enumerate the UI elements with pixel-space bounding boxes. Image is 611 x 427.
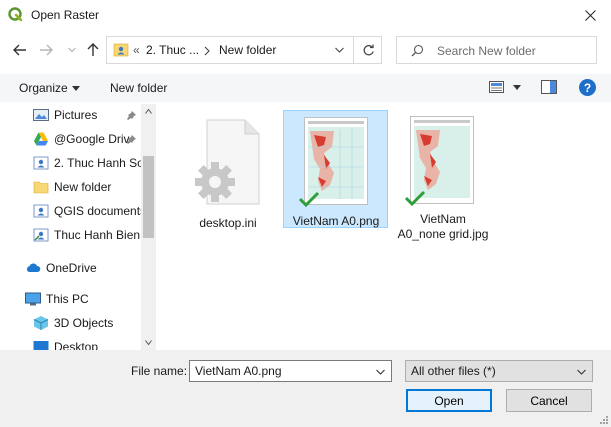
sidebar-item-thuc-hanh-so[interactable]: 2. Thuc Hanh So [33, 152, 144, 174]
search-icon [411, 44, 424, 57]
file-name-input[interactable]: VietNam A0.png [189, 360, 392, 382]
file-name: VietNam A0.png [292, 214, 380, 228]
file-name-line-2: A0_none grid.jpg [397, 227, 489, 241]
breadcrumb-overflow[interactable]: « [133, 43, 140, 57]
scroll-up-icon[interactable] [145, 109, 152, 114]
help-icon: ? [583, 80, 592, 95]
view-icon [489, 81, 504, 93]
sidebar-item-qgis-documents[interactable]: QGIS documents [33, 200, 146, 222]
pin-icon [127, 135, 136, 144]
sidebar-item-this-pc[interactable]: This PC [25, 288, 89, 310]
resize-grip-icon[interactable] [598, 414, 609, 425]
3d-objects-icon [33, 316, 49, 330]
open-button[interactable]: Open [406, 389, 492, 412]
file-name-value: VietNam A0.png [195, 364, 282, 378]
command-bar: Organize New folder ? [0, 74, 611, 102]
sidebar-scrollbar[interactable] [141, 104, 156, 350]
sidebar-item-desktop[interactable]: Desktop [33, 336, 98, 350]
google-drive-icon [34, 132, 48, 146]
scrollbar-thumb[interactable] [143, 156, 154, 238]
preview-pane-icon [541, 80, 557, 94]
forward-button[interactable] [36, 40, 56, 60]
back-button[interactable] [10, 40, 30, 60]
chevron-down-icon[interactable] [376, 369, 385, 375]
sidebar-item-pictures[interactable]: Pictures [33, 104, 97, 126]
window-title: Open Raster [31, 8, 100, 22]
navigation-pane: Pictures @Google Driv 2. Thuc Hanh So Ne… [0, 104, 156, 350]
qgis-icon [8, 7, 23, 22]
onedrive-icon [26, 263, 41, 272]
address-bar[interactable]: « 2. Thuc ... New folder [106, 36, 382, 64]
help-button[interactable]: ? [579, 79, 596, 96]
sync-check-icon [298, 191, 320, 207]
sidebar-item-google-drive[interactable]: @Google Driv [33, 128, 130, 150]
chevron-down-icon [68, 47, 76, 53]
up-button[interactable] [83, 40, 103, 60]
folder-icon [33, 181, 49, 194]
sidebar-item-thuc-hanh-bien[interactable]: Thuc Hanh Bien [33, 224, 140, 246]
recent-locations-button[interactable] [62, 40, 82, 60]
folder-user-icon [113, 43, 129, 57]
arrow-left-icon [13, 44, 26, 56]
arrow-right-icon [40, 44, 53, 56]
file-name: desktop.ini [199, 216, 257, 230]
close-button[interactable] [569, 0, 611, 30]
folder-user-icon [33, 156, 49, 170]
preview-pane-button[interactable] [541, 80, 559, 96]
chevron-down-icon [513, 85, 521, 90]
sidebar-item-new-folder[interactable]: New folder [33, 176, 111, 198]
pin-icon [127, 111, 136, 120]
file-name-label: File name: [131, 364, 188, 378]
chevron-down-icon [577, 369, 586, 375]
address-dropdown-button[interactable] [326, 37, 352, 63]
chevron-right-icon[interactable] [204, 46, 210, 56]
change-view-button[interactable] [487, 79, 523, 97]
sync-check-icon [404, 190, 426, 206]
chevron-down-icon [334, 47, 344, 53]
refresh-icon [363, 44, 374, 55]
search-box[interactable]: Search New folder [396, 36, 597, 64]
title-bar: Open Raster [0, 0, 611, 30]
chevron-down-icon[interactable] [72, 86, 80, 91]
file-item-vietnam-a0-none-grid-jpg[interactable]: VietNam A0_none grid.jpg [390, 112, 496, 242]
file-item-vietnam-a0-png[interactable]: VietNam A0.png [283, 110, 388, 228]
new-folder-button[interactable]: New folder [110, 81, 167, 95]
cancel-button[interactable]: Cancel [506, 389, 592, 412]
desktop-icon [33, 341, 49, 350]
search-input[interactable]: Search New folder [437, 44, 536, 58]
breadcrumb-parent[interactable]: 2. Thuc ... [146, 43, 199, 57]
folder-user-icon [33, 204, 49, 218]
breadcrumb-current[interactable]: New folder [219, 43, 276, 57]
settings-file-icon [195, 119, 260, 205]
scroll-down-icon[interactable] [145, 340, 152, 345]
sidebar-item-3d-objects[interactable]: 3D Objects [33, 312, 113, 334]
organize-button[interactable]: Organize [19, 81, 68, 95]
file-name-line-1: VietNam [420, 212, 466, 226]
this-pc-icon [25, 292, 41, 306]
file-type-select[interactable]: All other files (*) [405, 360, 593, 382]
sidebar-item-onedrive[interactable]: OneDrive [25, 257, 97, 279]
refresh-button[interactable] [353, 37, 382, 63]
file-list: desktop.ini VietNam A0.png VietNam A0_no… [160, 104, 611, 350]
pictures-icon [33, 109, 49, 121]
folder-user-icon [33, 228, 49, 242]
file-item-desktop-ini[interactable]: desktop.ini [176, 112, 280, 230]
arrow-up-icon [87, 43, 99, 56]
file-type-value: All other files (*) [411, 364, 496, 378]
close-icon [584, 9, 596, 21]
